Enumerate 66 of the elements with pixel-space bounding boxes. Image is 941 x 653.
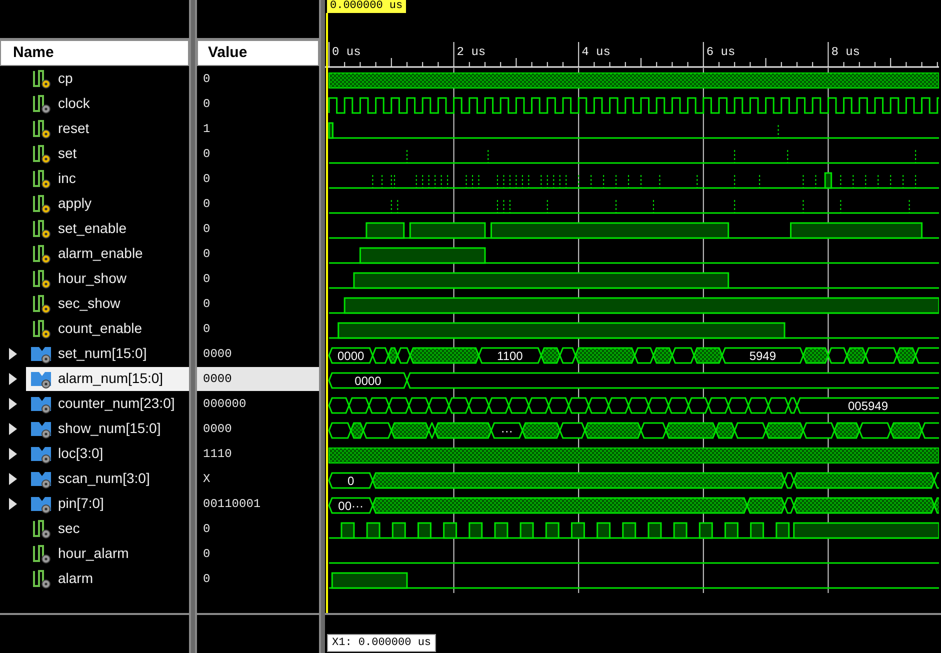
bus-value: 1100 [497, 349, 523, 363]
cursor-time-label: 0.000000 us [327, 0, 406, 13]
signal-name[interactable]: clock [26, 92, 189, 116]
expand-arrow-icon[interactable] [8, 472, 18, 484]
value-column-header[interactable]: Value [197, 40, 319, 66]
bus-value: 00··· [338, 499, 364, 513]
bus-value: 0000 [354, 374, 382, 388]
expand-arrow-icon[interactable] [8, 398, 18, 410]
signal-name[interactable]: pin[7:0] [26, 492, 189, 516]
expand-arrow-icon[interactable] [8, 448, 18, 460]
signal-name[interactable]: cp [26, 66, 189, 90]
signal-value: 0000 [202, 420, 233, 438]
signal-value: 0 [202, 196, 212, 212]
signal-name[interactable]: scan_num[3:0] [26, 466, 189, 490]
signal-name[interactable]: alarm [26, 566, 189, 590]
signal-name[interactable]: counter_num[23:0] [26, 392, 189, 416]
expand-arrow-icon[interactable] [8, 372, 18, 384]
bus-value: ··· [500, 424, 513, 438]
time-label: 8 us [831, 45, 860, 59]
signal-name[interactable]: apply [26, 192, 189, 216]
time-label: 2 us [456, 45, 486, 59]
signal-name[interactable]: show_num[15:0] [26, 416, 189, 440]
signal-value: 000000 [202, 396, 248, 412]
signal-name[interactable]: set_num[15:0] [26, 342, 189, 366]
signal-name[interactable]: alarm_num[15:0] [26, 366, 189, 390]
expand-arrow-icon[interactable] [8, 422, 18, 434]
signal-value: 0 [202, 320, 212, 338]
bus-value: 0000 [338, 349, 364, 363]
signal-name[interactable]: alarm_enable [26, 242, 189, 266]
signal-value: 0 [202, 96, 212, 112]
signal-name[interactable]: set_enable [26, 216, 189, 240]
signal-name[interactable]: loc[3:0] [26, 442, 189, 466]
signal-value: 0 [202, 270, 212, 288]
signal-value: 1 [202, 120, 212, 138]
signal-name[interactable]: inc [26, 166, 189, 190]
signal-name[interactable]: set [26, 142, 189, 166]
signal-value: 0 [202, 246, 212, 262]
signal-name[interactable]: hour_show [26, 266, 189, 290]
signal-name[interactable]: hour_alarm [26, 542, 189, 566]
signal-value: 0 [202, 146, 212, 162]
signal-value: 0 [202, 570, 212, 588]
signal-value: 0 [202, 70, 212, 88]
signal-name[interactable]: sec [26, 516, 189, 540]
time-label: 6 us [706, 45, 736, 59]
time-label: 4 us [582, 45, 610, 59]
bus-value: 5949 [749, 349, 776, 363]
signal-value: 0 [202, 170, 212, 188]
signal-value: 0 [202, 220, 212, 238]
time-label: 0 us [332, 45, 361, 59]
bus-value: 005949 [848, 399, 888, 413]
signal-name[interactable]: sec_show [26, 292, 189, 316]
expand-arrow-icon[interactable] [8, 348, 18, 360]
signal-name[interactable]: count_enable [26, 316, 189, 340]
signal-name[interactable]: reset [26, 116, 189, 140]
signal-value: 1110 [202, 446, 233, 462]
name-column-header[interactable]: Name [0, 40, 189, 66]
bus-value: 0 [348, 474, 354, 488]
signal-value: 0 [202, 546, 212, 562]
expand-arrow-icon[interactable] [8, 498, 18, 510]
signal-value: 0000 [197, 366, 319, 390]
signal-value: 00110001 [202, 496, 262, 512]
signal-value: 0 [202, 296, 212, 312]
signal-value: X [202, 470, 212, 488]
signal-value: 0000 [202, 346, 233, 362]
signal-value: 0 [202, 520, 212, 538]
marker-time-label: X1: 0.000000 us [327, 634, 436, 652]
